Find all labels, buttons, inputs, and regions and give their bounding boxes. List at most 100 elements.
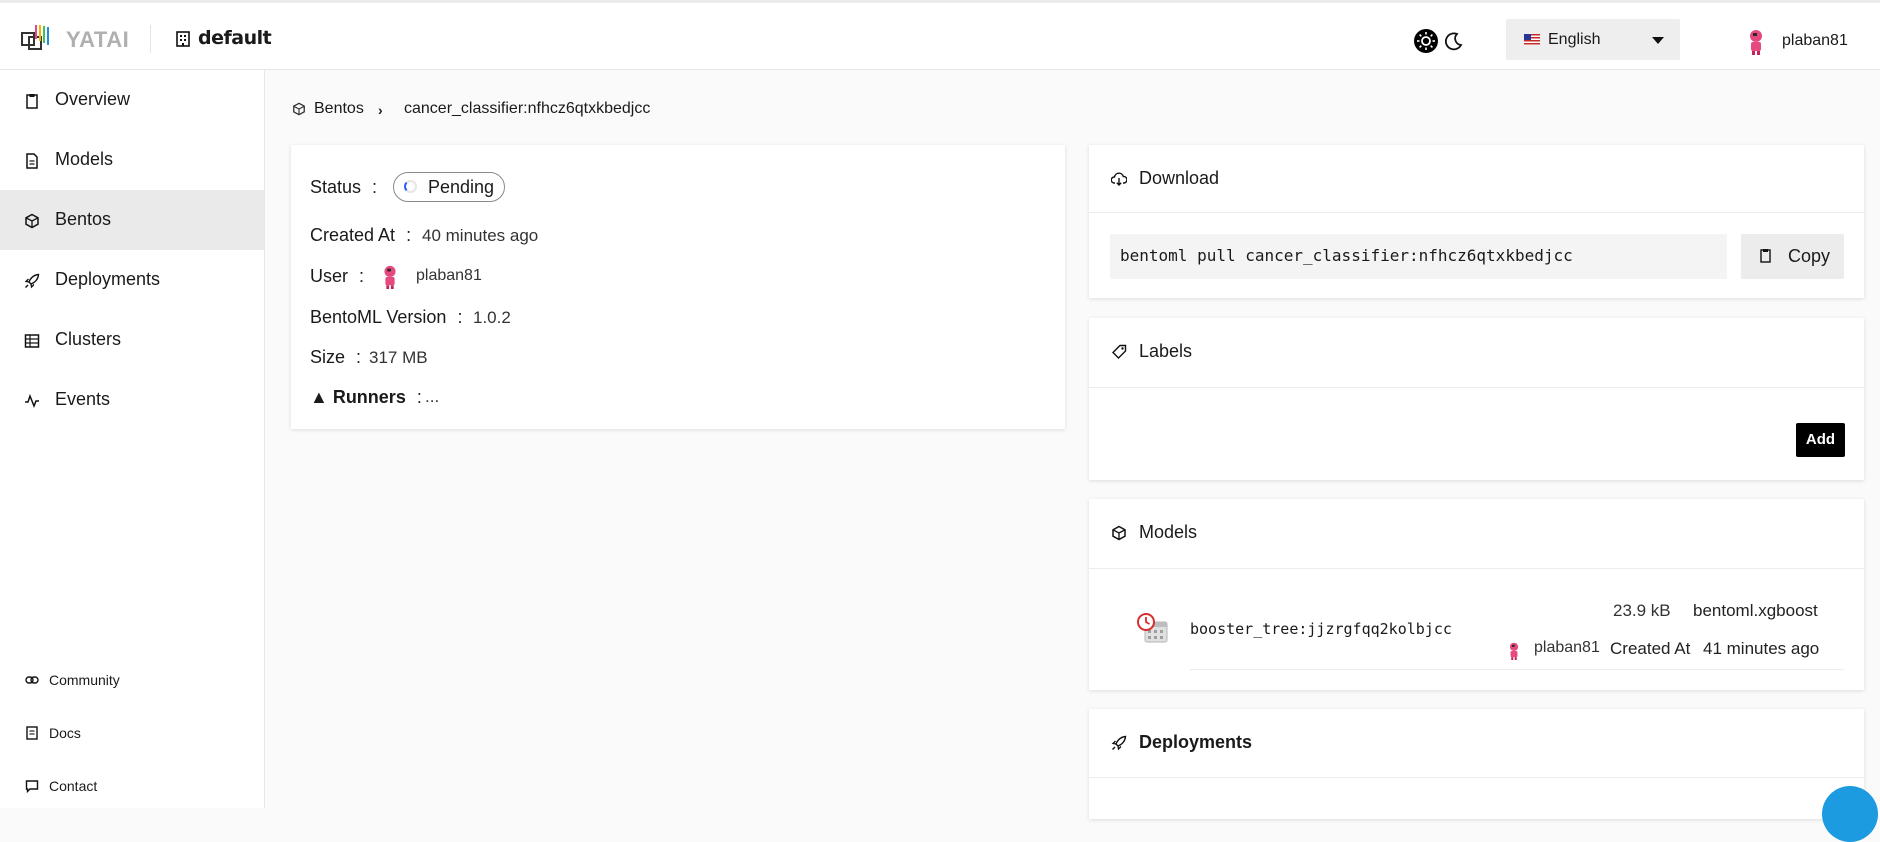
- created-value: 40 minutes ago: [422, 226, 539, 245]
- runners-label: ▲ Runners: [310, 387, 406, 407]
- colon: :: [356, 347, 362, 367]
- colon: :: [406, 225, 412, 245]
- pull-command: bentoml pull cancer_classifier:nfhcz6qtx…: [1120, 246, 1573, 265]
- panel-header: Download: [1089, 145, 1864, 213]
- sidebar-item-label: Overview: [55, 89, 131, 109]
- sun-icon[interactable]: [1414, 29, 1438, 53]
- colon: :: [416, 387, 422, 407]
- add-label-button[interactable]: Add: [1796, 423, 1845, 457]
- sidebar-item-contact[interactable]: Contact: [0, 766, 264, 806]
- sidebar-item-label: Deployments: [55, 269, 161, 289]
- building-icon: [176, 31, 190, 47]
- panel-title: Models: [1139, 522, 1198, 542]
- user-value[interactable]: plaban81: [416, 267, 482, 285]
- sidebar-item-label: Clusters: [55, 329, 122, 349]
- bento-info-card: Status : Pending Created At : 40 minutes…: [291, 145, 1065, 429]
- link-icon: [25, 676, 39, 684]
- panel-title: Labels: [1139, 341, 1193, 361]
- size-value: 317 MB: [369, 348, 428, 367]
- colon: :: [457, 307, 463, 327]
- panel-header: Models: [1089, 499, 1864, 569]
- size-label: Size: [310, 347, 346, 367]
- cloud-download-icon: [1111, 172, 1127, 186]
- language-label: English: [1548, 31, 1601, 48]
- docs-icon: [26, 726, 38, 740]
- sidebar: Overview Models Bentos Deployments Clust…: [0, 70, 265, 808]
- rocket-icon: [24, 273, 40, 289]
- sidebar-item-overview[interactable]: Overview: [0, 70, 264, 130]
- cube-icon: [1112, 525, 1126, 541]
- colon: :: [359, 266, 365, 286]
- panel-title: Download: [1139, 168, 1220, 188]
- model-type: bentoml.xgboost: [1693, 601, 1818, 620]
- sidebar-item-models[interactable]: Models: [0, 130, 264, 190]
- top-bar: YATAI default English plaban81: [0, 0, 1880, 70]
- cube-icon: [25, 213, 39, 229]
- sidebar-item-clusters[interactable]: Clusters: [0, 310, 264, 370]
- model-user[interactable]: plaban81: [1534, 639, 1600, 657]
- rocket-icon: [1111, 735, 1127, 751]
- sidebar-item-docs[interactable]: Docs: [0, 713, 264, 753]
- divider: [1190, 669, 1844, 670]
- organization-name[interactable]: default: [198, 27, 272, 49]
- user-label: User: [310, 266, 349, 286]
- model-name[interactable]: booster_tree:jjzrgfqq2kolbjcc: [1190, 620, 1452, 638]
- cube-icon: [293, 102, 305, 116]
- sidebar-item-label: Events: [55, 389, 111, 409]
- us-flag-icon: [1524, 34, 1540, 45]
- chat-widget-icon[interactable]: [1822, 786, 1878, 842]
- copy-label: Copy: [1788, 246, 1831, 266]
- status-value: Pending: [428, 177, 495, 197]
- model-created-label: Created At: [1610, 639, 1691, 658]
- labels-card: Labels Add: [1089, 318, 1864, 480]
- sidebar-item-label: Bentos: [55, 209, 112, 229]
- chat-icon: [25, 780, 39, 793]
- model-created-value: 41 minutes ago: [1703, 639, 1820, 658]
- user-avatar-icon: [1509, 642, 1519, 660]
- tag-icon: [1112, 344, 1127, 359]
- sidebar-footer-label: Community: [49, 672, 120, 688]
- panel-header: Labels: [1089, 318, 1864, 388]
- moon-icon[interactable]: [1442, 29, 1466, 53]
- runners-value: ...: [425, 387, 440, 406]
- status-badge: Pending: [393, 172, 505, 202]
- user-avatar-icon[interactable]: [1748, 29, 1764, 55]
- colon: :: [372, 177, 378, 197]
- sidebar-item-community[interactable]: Community: [0, 660, 264, 700]
- command-box[interactable]: bentoml pull cancer_classifier:nfhcz6qtx…: [1110, 234, 1727, 279]
- yatai-logo-icon[interactable]: [20, 23, 50, 55]
- models-card: Models booster_tree:jjzrgfqq2kolbjcc 23.…: [1089, 499, 1864, 690]
- current-user-name[interactable]: plaban81: [1782, 32, 1848, 50]
- clipboard-icon: [26, 94, 38, 109]
- sidebar-item-label: Models: [55, 149, 114, 169]
- sidebar-item-deployments[interactable]: Deployments: [0, 250, 264, 310]
- sidebar-footer-label: Contact: [49, 778, 98, 794]
- header-divider: [150, 25, 151, 53]
- created-label: Created At: [310, 225, 396, 245]
- user-avatar-icon: [384, 265, 396, 289]
- status-label: Status: [310, 177, 362, 197]
- sidebar-footer-label: Docs: [49, 725, 81, 741]
- breadcrumb-current: cancer_classifier:nfhcz6qtxkbedjcc: [404, 100, 651, 117]
- version-label: BentoML Version: [310, 307, 447, 327]
- sidebar-item-bentos[interactable]: Bentos: [0, 190, 264, 250]
- document-icon: [26, 153, 38, 169]
- chevron-right-icon: ›: [378, 102, 383, 118]
- runners-toggle[interactable]: ▲ Runners :: [310, 387, 422, 408]
- model-size: 23.9 kB: [1613, 601, 1671, 620]
- copy-button[interactable]: Copy: [1741, 234, 1844, 279]
- sidebar-item-events[interactable]: Events: [0, 370, 264, 430]
- activity-icon: [25, 393, 39, 409]
- breadcrumb-root[interactable]: Bentos: [314, 100, 364, 118]
- model-pending-icon: [1137, 613, 1168, 643]
- deployments-card: Deployments: [1089, 709, 1864, 819]
- chevron-down-icon: [1652, 37, 1664, 44]
- copy-icon: [1760, 249, 1771, 263]
- table-icon: [24, 334, 40, 348]
- version-value: 1.0.2: [473, 308, 511, 327]
- spinner-icon: [404, 180, 417, 193]
- panel-header: Deployments: [1089, 709, 1864, 778]
- panel-title: Deployments: [1139, 732, 1253, 752]
- language-select[interactable]: English: [1506, 19, 1680, 60]
- app-name[interactable]: YATAI: [66, 27, 129, 53]
